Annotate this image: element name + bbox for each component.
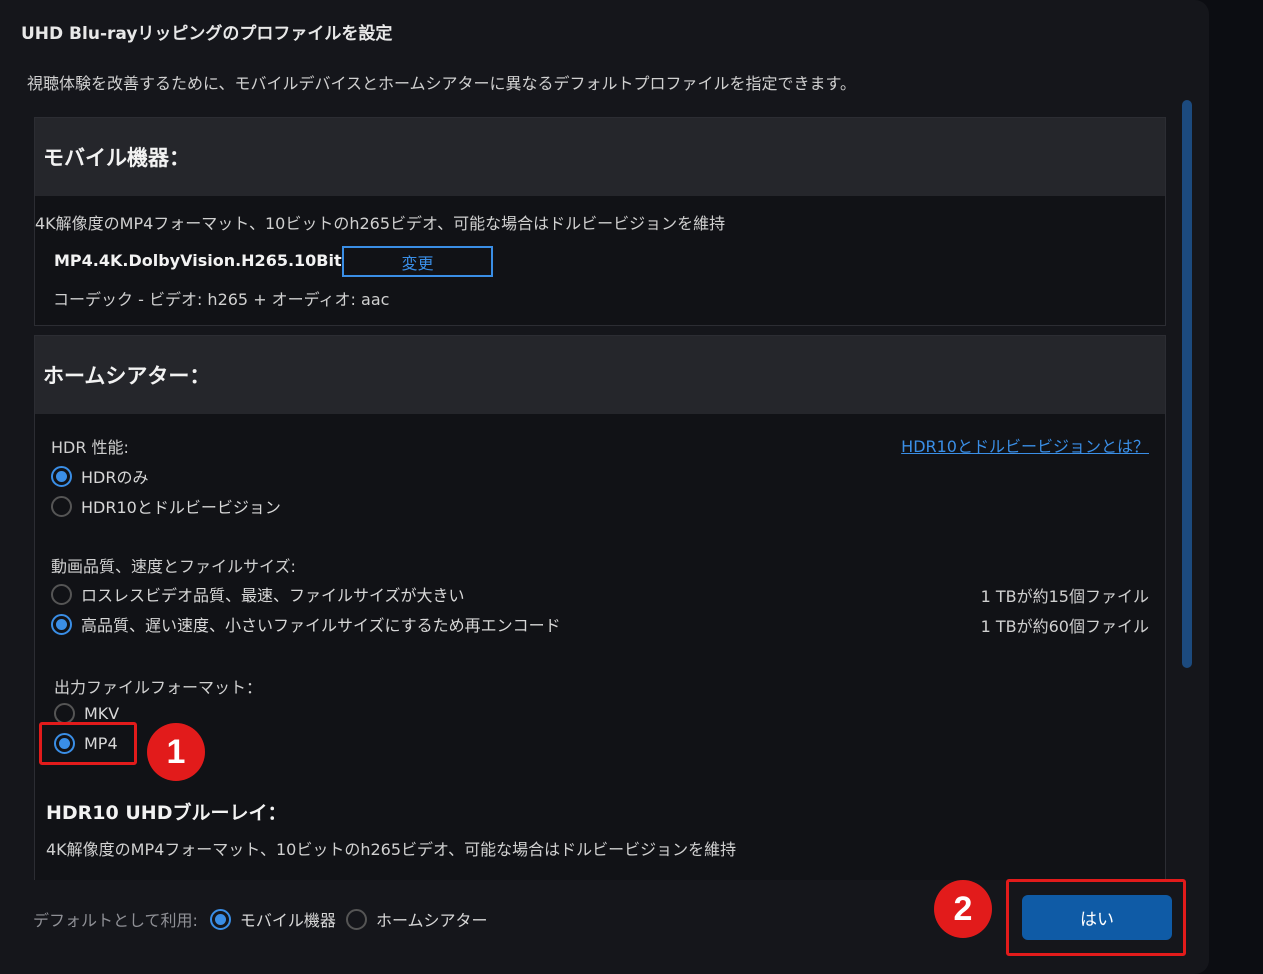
hdr10-uhd-summary: 4K解像度のMP4フォーマット、10ビットのh265ビデオ、可能な場合はドルビー… (46, 840, 737, 859)
quality-note-reencode: 1 TBが約60個ファイル (980, 617, 1149, 636)
default-use-group: デフォルトとして利用: モバイル機器 ホームシアター (33, 907, 487, 931)
dialog-title: UHD Blu-rayリッピングのプロファイルを設定 (21, 24, 393, 44)
hdr-option-label: HDR10とドルビービジョン (81, 498, 281, 517)
radio-unselected-icon (54, 703, 75, 724)
format-option-mkv[interactable]: MKV (54, 703, 119, 724)
radio-selected-icon (51, 613, 72, 635)
mobile-codec-info: コーデック - ビデオ: h265 + オーディオ: aac (53, 290, 390, 309)
quality-option-reencode[interactable]: 高品質、遅い速度、小さいファイルサイズにするため再エンコード (51, 612, 561, 636)
mobile-section: モバイル機器： 4K解像度のMP4フォーマット、10ビットのh265ビデオ、可能… (34, 117, 1166, 326)
profile-dialog: UHD Blu-rayリッピングのプロファイルを設定 視聴体験を改善するために、… (0, 0, 1209, 974)
radio-unselected-icon (51, 583, 72, 605)
hdr-option-hdr10-dolby[interactable]: HDR10とドルビービジョン (51, 494, 281, 518)
home-theater-section: ホームシアター： HDR 性能: HDR10とドルビービジョンとは？ HDRのみ… (34, 335, 1166, 880)
step-badge-2: 2 (934, 880, 992, 938)
quality-note-lossless: 1 TBが約15個ファイル (980, 587, 1149, 606)
default-use-label: デフォルトとして利用: (33, 911, 198, 930)
format-option-label: MKV (84, 704, 120, 723)
mobile-heading: モバイル機器： (35, 118, 1165, 196)
quality-option-label: 高品質、遅い速度、小さいファイルサイズにするため再エンコード (81, 616, 561, 635)
quality-option-label: ロスレスビデオ品質、最速、ファイルサイズが大きい (81, 586, 465, 605)
default-mobile-radio-icon[interactable] (209, 908, 231, 930)
step-badge-1: 1 (147, 723, 205, 781)
default-mobile-label[interactable]: モバイル機器 (240, 907, 336, 931)
radio-unselected-icon (51, 495, 72, 517)
hdr-option-label: HDRのみ (81, 468, 149, 487)
change-profile-button[interactable]: 変更 (342, 246, 493, 277)
hdr-option-hdr-only[interactable]: HDRのみ (51, 464, 148, 488)
dialog-description: 視聴体験を改善するために、モバイルデバイスとホームシアターに異なるデフォルトプロ… (27, 74, 856, 93)
hdr10-uhd-heading: HDR10 UHDブルーレイ： (46, 802, 287, 824)
hdr-help-link[interactable]: HDR10とドルビービジョンとは？ (901, 433, 1149, 457)
hdr-label: HDR 性能: (51, 438, 129, 457)
quality-label: 動画品質、速度とファイルサイズ: (51, 557, 296, 576)
default-home-label[interactable]: ホームシアター (376, 907, 488, 931)
home-theater-heading: ホームシアター： (35, 336, 1165, 414)
scrollbar-thumb[interactable] (1182, 100, 1192, 668)
default-home-radio-icon[interactable] (345, 908, 367, 930)
highlight-box-ok (1006, 879, 1186, 956)
highlight-box-mp4 (39, 722, 137, 765)
radio-selected-icon (51, 465, 72, 487)
quality-option-lossless[interactable]: ロスレスビデオ品質、最速、ファイルサイズが大きい (51, 582, 465, 606)
mobile-summary: 4K解像度のMP4フォーマット、10ビットのh265ビデオ、可能な場合はドルビー… (35, 214, 726, 233)
mobile-profile-name: MP4.4K.DolbyVision.H265.10Bit (54, 251, 342, 270)
format-label: 出力ファイルフォーマット： (54, 678, 263, 697)
